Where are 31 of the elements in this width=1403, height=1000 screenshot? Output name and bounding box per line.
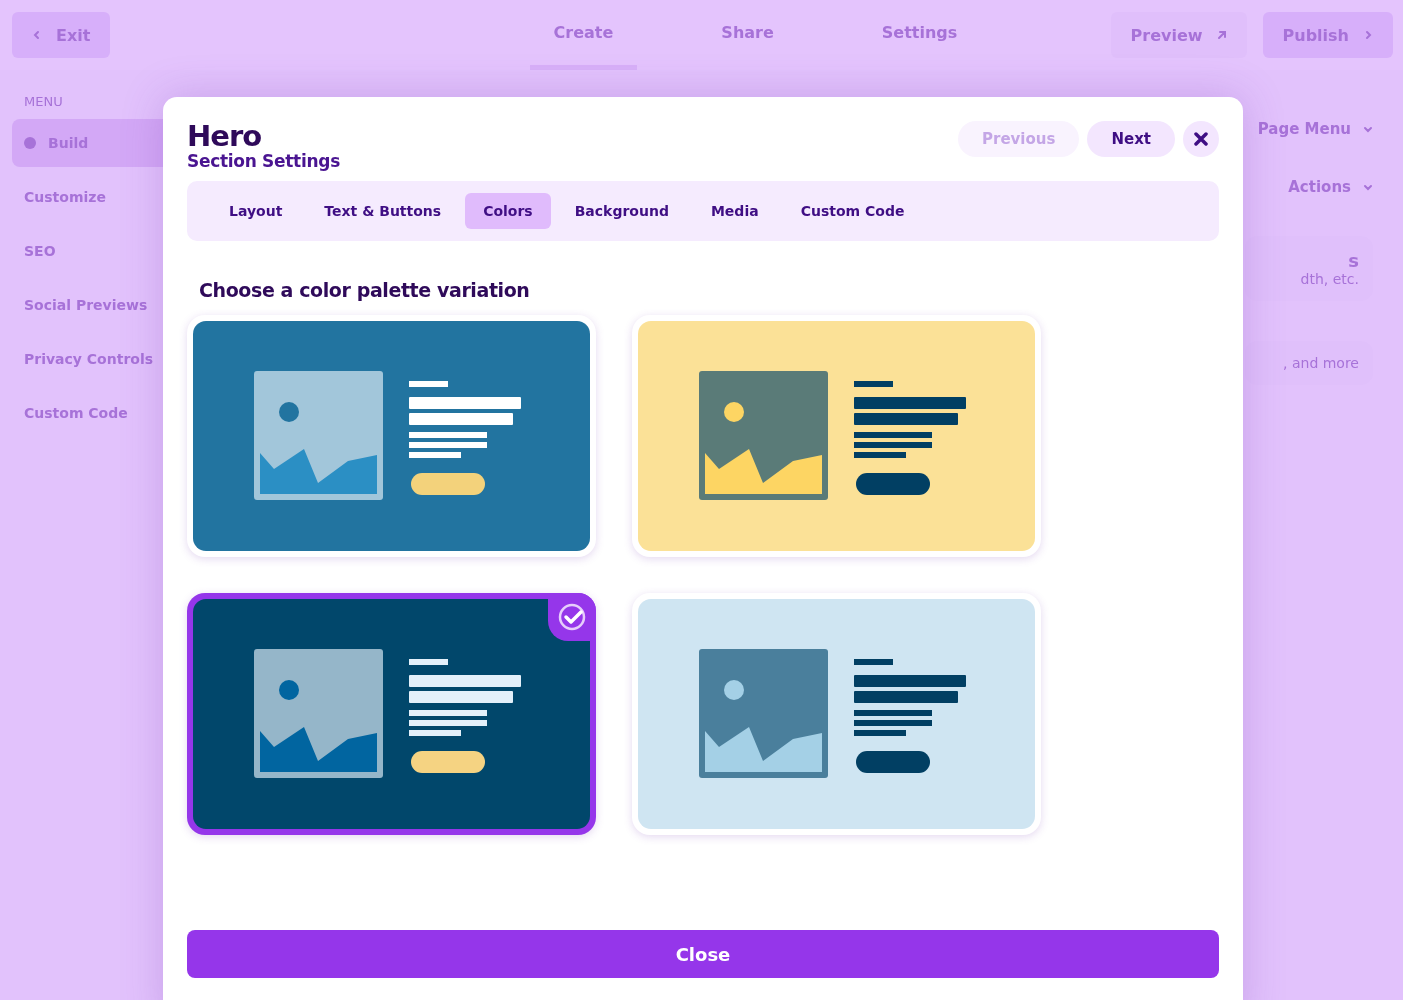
top-tab[interactable]: Share xyxy=(697,0,798,70)
chevron-down-icon xyxy=(1363,182,1373,192)
section-tab[interactable]: Layout xyxy=(211,193,301,229)
close-dialog-button[interactable]: Close xyxy=(187,930,1219,978)
close-button[interactable] xyxy=(1183,121,1219,157)
section-heading: Choose a color palette variation xyxy=(199,279,531,301)
actions-button[interactable]: Actions xyxy=(1288,178,1373,196)
dialog-title: Hero xyxy=(187,121,263,151)
chevron-left-icon xyxy=(32,30,42,40)
card-text: dth, etc. xyxy=(1300,271,1359,287)
section-tab[interactable]: Colors xyxy=(465,193,551,229)
close-icon xyxy=(1194,132,1208,146)
publish-button[interactable]: Publish xyxy=(1262,12,1393,58)
top-tab[interactable]: Settings xyxy=(857,0,982,70)
section-tab[interactable]: Custom Code xyxy=(782,193,923,229)
card-title: s xyxy=(1348,250,1359,271)
exit-button[interactable]: Exit xyxy=(12,12,111,58)
section-tab[interactable]: Background xyxy=(556,193,687,229)
chevron-right-icon xyxy=(1363,30,1373,40)
card-text: , and more xyxy=(1283,355,1359,371)
dialog-subtitle: Section Settings xyxy=(187,151,340,171)
next-button[interactable]: Next xyxy=(1087,121,1175,157)
menu-heading: MENU xyxy=(24,94,64,109)
page-menu-button[interactable]: Page Menu xyxy=(1257,120,1373,138)
check-circle-icon xyxy=(557,602,587,632)
chevron-down-icon xyxy=(1363,124,1373,134)
arrow-up-right-icon xyxy=(1216,30,1227,40)
section-tab[interactable]: Text & Buttons xyxy=(306,193,460,229)
preview-button[interactable]: Preview xyxy=(1110,12,1247,58)
section-tab[interactable]: Media xyxy=(692,193,777,229)
top-tab[interactable]: Create xyxy=(529,0,638,70)
